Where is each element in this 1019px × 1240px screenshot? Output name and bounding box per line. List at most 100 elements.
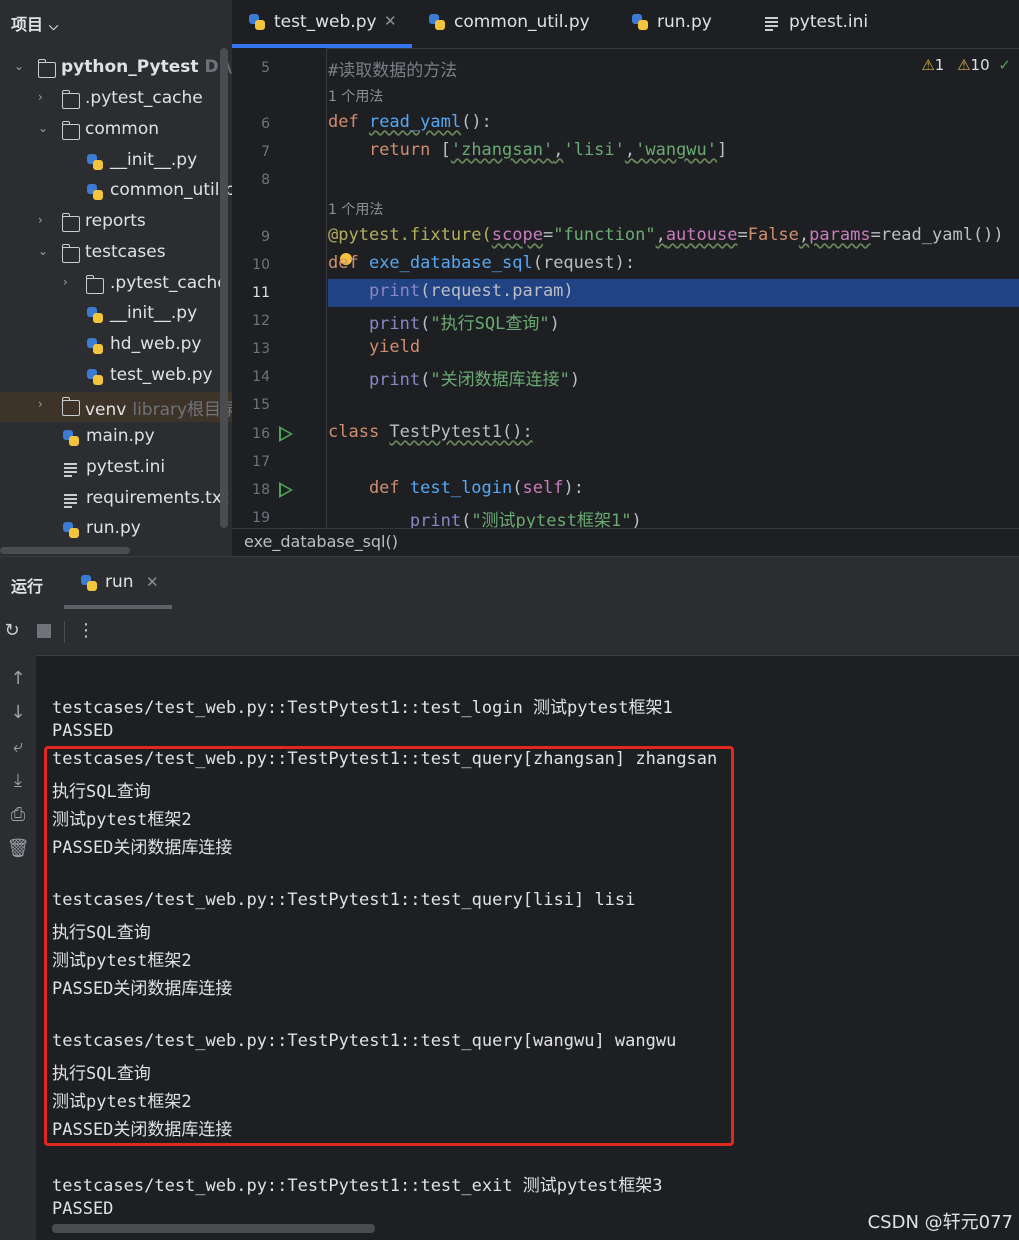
run-panel-title: 运行 [11, 577, 44, 596]
rerun-icon[interactable]: ↻ [0, 619, 24, 643]
tree-item-label: __init__.py [110, 303, 198, 323]
line-number: 9 [261, 229, 270, 245]
annotation-highlight-box [44, 746, 734, 1146]
text-file-icon [62, 491, 80, 508]
tree-item-label: venv [85, 400, 127, 420]
line-number: 8 [261, 172, 270, 188]
tree-item-label: python_Pytest [61, 57, 199, 77]
console-horizontal-scrollbar[interactable] [52, 1224, 375, 1233]
check-icon: ✓ [998, 56, 1011, 74]
tab-common-util[interactable]: common_util.py [412, 0, 612, 48]
tab-run[interactable]: run.py [615, 0, 745, 48]
more-options-icon[interactable]: ⋮ [74, 619, 98, 643]
tab-label: pytest.ini [789, 12, 869, 32]
code-area[interactable]: #读取数据的方法 1 个用法 def read_yaml(): return [… [328, 48, 1019, 531]
tree-item-label: test_web.py [110, 365, 213, 385]
tree-item-pytest-ini[interactable]: pytest.ini [0, 454, 232, 484]
python-file-icon [86, 183, 104, 200]
code-line-13: yield [328, 337, 421, 357]
folder-icon [38, 59, 56, 78]
chevron-down-icon[interactable]: ⌄ [14, 59, 24, 73]
watermark: CSDN @轩元077 [867, 1212, 1013, 1233]
python-file-icon [428, 13, 446, 31]
tree-item-reports[interactable]: › reports [0, 208, 232, 238]
tree-item-testcases-pytest-cache[interactable]: › .pytest_cache [0, 270, 232, 300]
tree-item-label: main.py [86, 426, 155, 446]
tree-item-common[interactable]: ⌄ common [0, 116, 232, 146]
tab-pytest-ini[interactable]: pytest.ini [747, 0, 897, 48]
tab-run-config[interactable]: run ✕ [64, 557, 172, 609]
console-line: testcases/test_web.py::TestPytest1::test… [52, 698, 673, 718]
package-folder-icon [62, 213, 80, 232]
code-line-12: print("执行SQL查询") [328, 314, 560, 334]
close-icon[interactable]: ✕ [146, 573, 159, 591]
line-number: 13 [252, 341, 270, 357]
gutter-divider [326, 48, 327, 528]
tab-test-web[interactable]: test_web.py ✕ [232, 0, 412, 48]
python-file-icon [86, 306, 104, 323]
tree-item-hd-web[interactable]: hd_web.py [0, 331, 232, 361]
chevron-right-icon[interactable]: › [38, 397, 43, 411]
code-editor: test_web.py ✕ common_util.py run.py pyte… [232, 0, 1019, 556]
tree-item-main[interactable]: main.py [0, 423, 232, 453]
tree-item-root[interactable]: ⌄ python_PytestD:\So [0, 54, 232, 84]
tree-item-pytest-cache[interactable]: › .pytest_cache [0, 85, 232, 115]
tree-item-testcases-init[interactable]: __init__.py [0, 300, 232, 330]
python-file-icon [86, 337, 104, 354]
tab-label: common_util.py [454, 12, 590, 32]
python-file-icon [62, 429, 80, 446]
run-test-icon[interactable] [279, 482, 293, 498]
chevron-right-icon[interactable]: › [38, 90, 43, 104]
chevron-right-icon[interactable]: › [63, 275, 68, 289]
line-number: 19 [252, 510, 270, 526]
inspection-widget[interactable]: ⚠1 ⚠10 ✓ [921, 56, 1011, 74]
warning-icon: ⚠ [921, 56, 935, 74]
arrow-down-icon[interactable]: ↓ [4, 699, 32, 727]
editor-tab-bar: test_web.py ✕ common_util.py run.py pyte… [232, 0, 1019, 49]
run-header: 运行 run ✕ [0, 557, 1019, 610]
tree-item-test-web[interactable]: test_web.py [0, 362, 232, 392]
code-line-9: @pytest.fixture(scope="function",autouse… [328, 225, 1004, 245]
line-number: 18 [252, 482, 270, 498]
chevron-right-icon[interactable]: › [38, 213, 43, 227]
breadcrumb-item[interactable]: exe_database_sql() [244, 532, 398, 551]
tree-item-requirements[interactable]: requirements.txt [0, 485, 232, 515]
arrow-up-icon[interactable]: ↑ [4, 665, 32, 693]
tree-item-label: reports [85, 211, 146, 231]
scroll-to-end-icon[interactable]: ⤓ [4, 767, 32, 795]
horizontal-scrollbar[interactable] [0, 545, 232, 556]
code-line-5: #读取数据的方法 [328, 61, 458, 81]
config-file-icon [62, 460, 80, 477]
run-class-icon[interactable] [279, 426, 293, 442]
project-header: 项目 ⌵ [0, 0, 232, 44]
vertical-scrollbar[interactable] [220, 48, 228, 528]
stop-icon[interactable] [32, 619, 56, 643]
print-icon[interactable]: ⎙ [4, 801, 32, 829]
tree-item-testcases[interactable]: ⌄ testcases [0, 239, 232, 269]
line-number: 15 [252, 397, 270, 413]
tree-item-venv[interactable]: › venv library根目录 [0, 392, 232, 422]
soft-wrap-icon[interactable]: ⤶ [4, 733, 32, 761]
tree-item-run[interactable]: run.py [0, 515, 232, 545]
folder-icon [86, 275, 104, 294]
code-line-7: return ['zhangsan','lisi','wangwu'] [328, 140, 728, 160]
python-file-icon [248, 13, 266, 31]
library-root-hint: library根目录 [132, 400, 232, 420]
close-icon[interactable]: ✕ [384, 12, 397, 30]
python-file-icon [86, 153, 104, 170]
console-line: PASSED [52, 721, 114, 741]
chevron-down-icon[interactable]: ⌄ [38, 121, 48, 135]
line-number: 5 [261, 60, 270, 76]
tree-item-common-init[interactable]: __init__.py [0, 147, 232, 177]
tree-item-label: __init__.py [110, 150, 198, 170]
usage-hint[interactable]: 1 个用法 [328, 86, 383, 114]
weak-warning-icon: ⚠ [957, 56, 971, 74]
tree-item-common-util[interactable]: common_util.py [0, 177, 232, 207]
project-view-selector[interactable]: 项目 ⌵ [11, 11, 58, 35]
tab-label: run [105, 572, 134, 592]
usage-hint[interactable]: 1 个用法 [328, 199, 383, 227]
tree-item-label: requirements.txt [86, 488, 229, 508]
trash-icon[interactable]: 🗑 [4, 835, 32, 863]
line-number-gutter: 5 6 7 8 9 10 11 12 13 14 15 16 17 18 19 [232, 48, 326, 528]
chevron-down-icon[interactable]: ⌄ [38, 244, 48, 258]
